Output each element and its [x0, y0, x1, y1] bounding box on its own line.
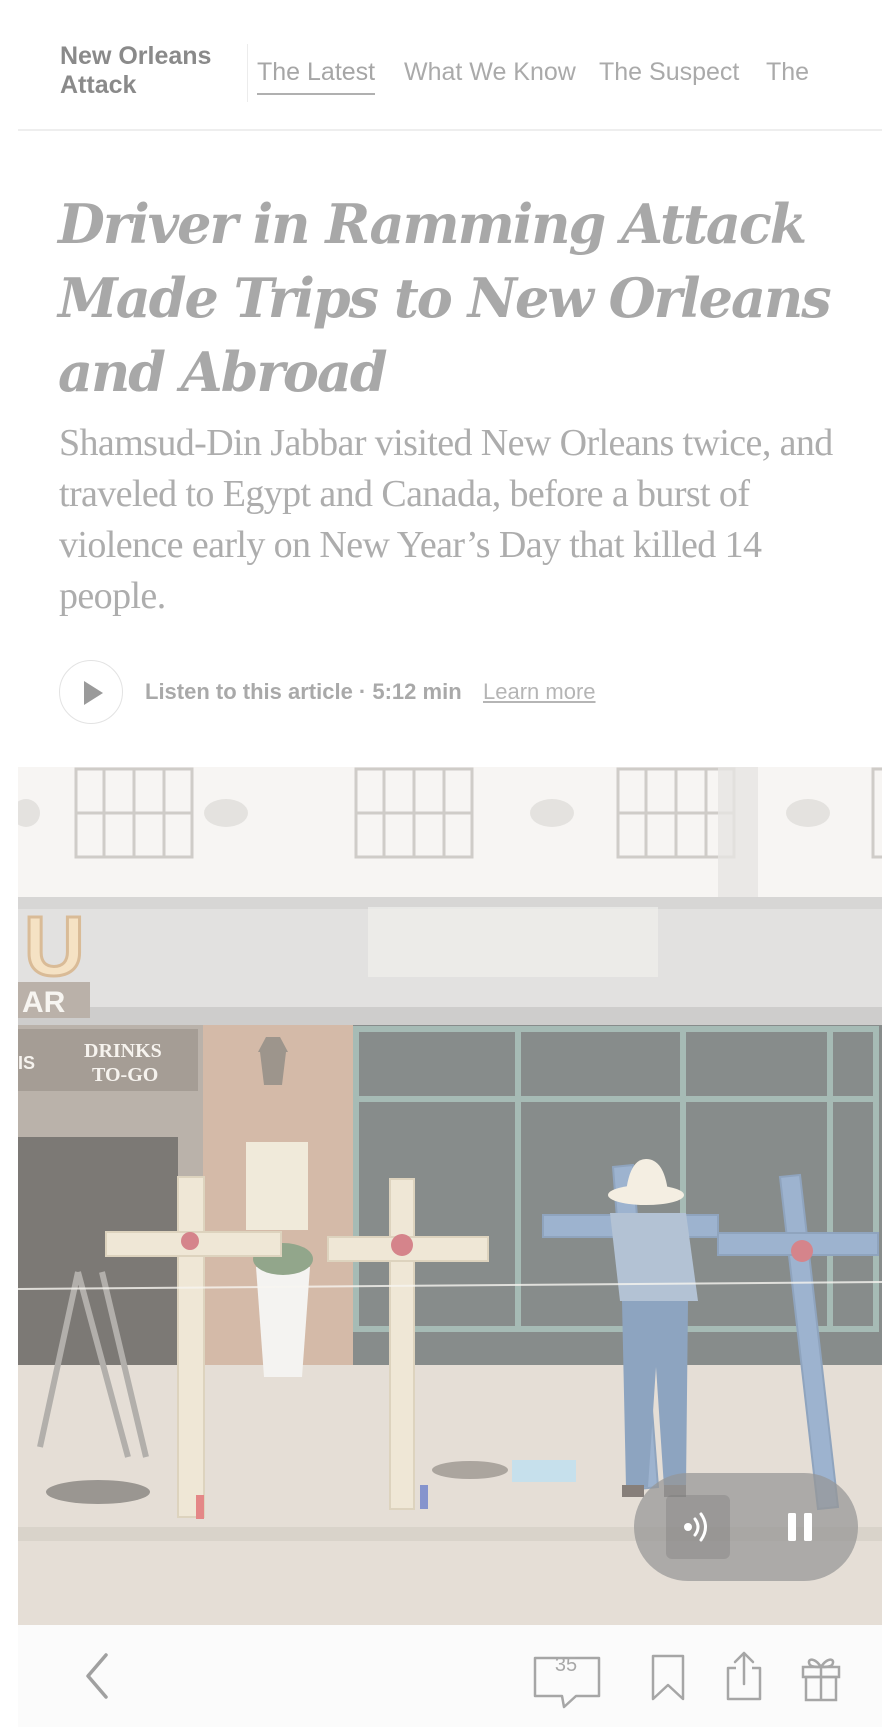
tab-the-latest[interactable]: The Latest: [257, 58, 376, 95]
bottom-toolbar: 35: [18, 1625, 882, 1727]
playback-speed-button[interactable]: [666, 1495, 730, 1559]
share-button[interactable]: [724, 1625, 780, 1727]
tab-overflow-fade: [838, 0, 882, 129]
listen-row: Listen to this article · 5:12 min Learn …: [59, 660, 819, 726]
section-nav: New Orleans Attack The Latest What We Kn…: [18, 0, 882, 131]
play-button[interactable]: [59, 660, 123, 724]
chevron-left-icon: [86, 1653, 108, 1699]
pause-icon: [788, 1513, 812, 1541]
comments-count: 35: [554, 1654, 578, 1676]
audio-player-pill: [634, 1473, 858, 1581]
listen-label: Listen to this article · 5:12 min: [145, 679, 462, 704]
playback-speed-icon: [684, 1512, 707, 1542]
play-icon: [84, 681, 103, 705]
comments-button[interactable]: 35: [532, 1625, 604, 1727]
tab-the-suspect[interactable]: The Suspect: [599, 58, 739, 87]
share-icon: [726, 1651, 762, 1701]
pause-button[interactable]: [774, 1501, 826, 1553]
tab-the-victims[interactable]: The: [766, 58, 809, 87]
section-title[interactable]: New Orleans Attack: [60, 42, 240, 100]
learn-more-link[interactable]: Learn more: [483, 679, 596, 705]
article-summary: Shamsud-Din Jabbar visited New Orleans t…: [59, 422, 833, 617]
article-headline: Driver in Ramming Attack Made Trips to N…: [58, 192, 832, 404]
gift-icon: [801, 1658, 841, 1702]
tab-what-we-know[interactable]: What We Know: [404, 58, 576, 87]
gift-button[interactable]: [800, 1625, 856, 1727]
nav-divider: [247, 44, 248, 102]
bookmark-icon: [651, 1654, 685, 1701]
back-button[interactable]: [70, 1625, 130, 1727]
bookmark-button[interactable]: [648, 1625, 698, 1727]
